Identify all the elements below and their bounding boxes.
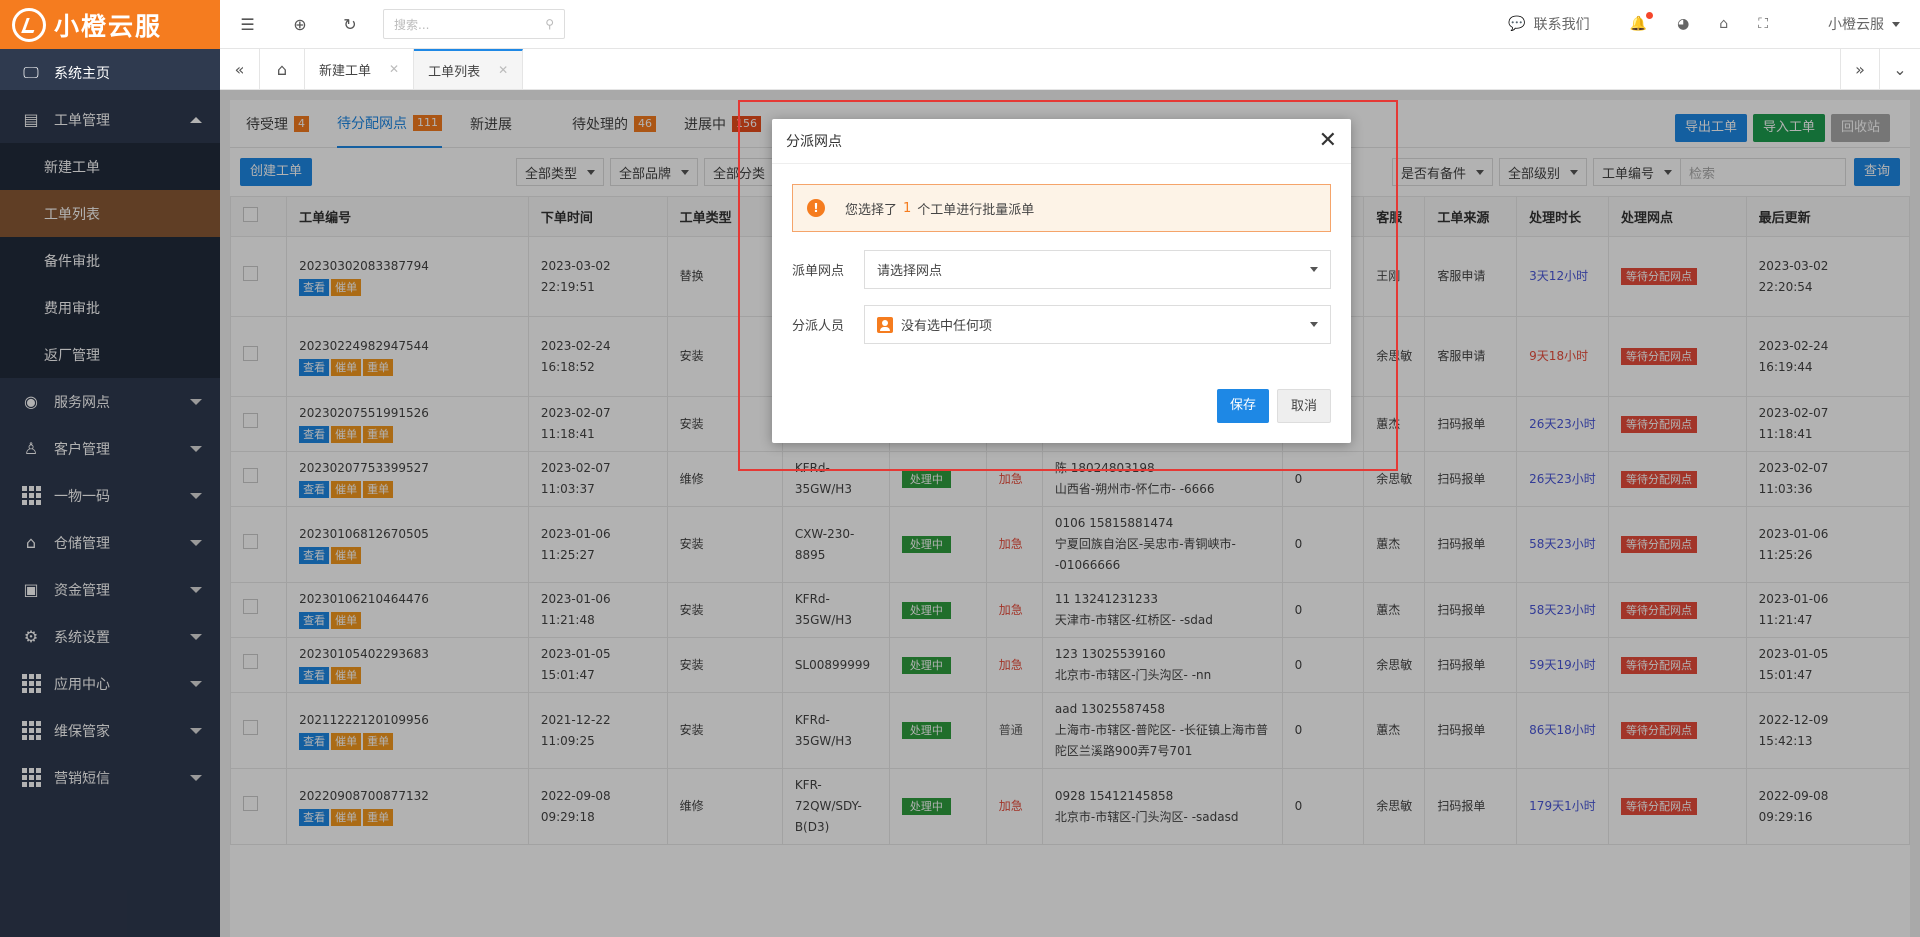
home-tab-icon[interactable]: ⌂ [260, 49, 305, 89]
tab-scroll-right-icon[interactable]: » [1840, 49, 1880, 89]
search-input[interactable]: 搜索... ⚲ [383, 9, 565, 39]
tag-icon[interactable]: ⌂ [1719, 16, 1728, 32]
contact-label: 联系我们 [1533, 17, 1590, 33]
fullscreen-icon[interactable]: ⛶ [1758, 16, 1768, 32]
user-name: 小橙云服 [1828, 17, 1884, 33]
logo[interactable]: 小橙云服 [0, 0, 220, 49]
highlight-box [738, 100, 1398, 471]
tab-label: 工单列表 [428, 64, 481, 80]
tab-bar: « ⌂ 新建工单 ✕ 工单列表 ✕ » ⌄ [220, 49, 1920, 90]
menu-toggle-icon[interactable]: ☰ [220, 0, 275, 49]
tab-scroll-left-icon[interactable]: « [220, 49, 260, 89]
close-icon[interactable]: ✕ [389, 62, 399, 76]
topbar: ☰ ⊕ ↻ 搜索... ⚲ 💬 联系我们 🔔 ◕ ⌂ ⛶ 小橙云服 [220, 0, 1920, 49]
chat-icon: 💬 [1508, 16, 1526, 32]
sidebar-item[interactable]: 🖵 系统主页 [0, 49, 220, 96]
tab-order-list[interactable]: 工单列表 ✕ [414, 49, 524, 89]
contact-us-link[interactable]: 💬 联系我们 [1508, 14, 1589, 34]
monitor-icon: 🖵 [23, 62, 39, 82]
sidebar-item-label: 系统主页 [54, 65, 110, 82]
tab-menu-icon[interactable]: ⌄ [1880, 49, 1920, 89]
search-icon: ⚲ [545, 17, 554, 31]
search-placeholder: 搜索... [394, 17, 430, 32]
refresh-icon[interactable]: ↻ [325, 0, 375, 49]
globe-icon[interactable]: ⊕ [275, 0, 325, 49]
logo-text: 小橙云服 [54, 11, 163, 41]
chevron-down-icon [1892, 21, 1900, 27]
tab-new-order[interactable]: 新建工单 ✕ [305, 49, 415, 89]
notification-icon[interactable]: 🔔 [1630, 12, 1654, 32]
tab-label: 新建工单 [319, 63, 372, 79]
notification-dot [1646, 12, 1654, 19]
close-icon[interactable]: ✕ [498, 63, 508, 77]
logo-icon [12, 7, 46, 42]
palette-icon[interactable]: ◕ [1677, 16, 1689, 32]
user-menu[interactable]: 小橙云服 [1828, 14, 1900, 34]
